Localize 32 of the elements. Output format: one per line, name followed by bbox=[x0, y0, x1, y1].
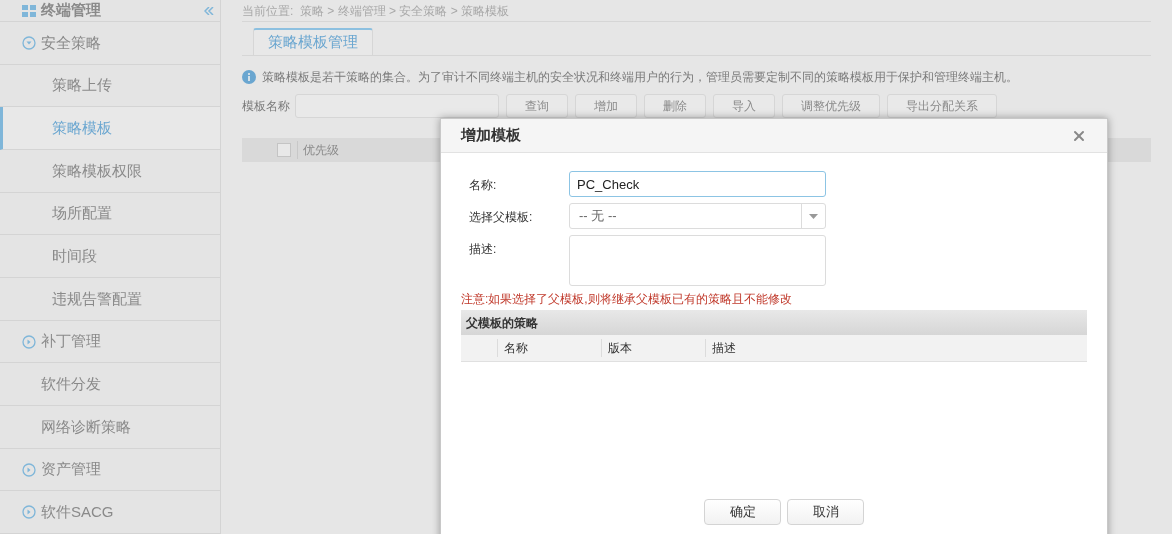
field-label: 选择父模板: bbox=[469, 209, 534, 226]
dialog-title: 增加模板 bbox=[461, 125, 521, 146]
sidebar-title: 终端管理 bbox=[41, 0, 101, 21]
field-label: 名称: bbox=[469, 177, 498, 194]
filter-label: 模板名称 bbox=[242, 98, 290, 115]
toolbar-button[interactable]: 增加 bbox=[575, 94, 637, 118]
select-all-checkbox[interactable] bbox=[277, 143, 291, 157]
grid-title: 父模板的策略 bbox=[466, 314, 538, 332]
dropdown-arrow-icon bbox=[809, 213, 818, 219]
template-name-field[interactable] bbox=[295, 94, 499, 118]
warning-text: 注意:如果选择了父模板,则将继承父模板已有的策略且不能修改 bbox=[461, 291, 793, 308]
name-field[interactable]: PC_Check bbox=[569, 171, 826, 197]
tab[interactable]: 策略模板管理 bbox=[253, 28, 373, 56]
grid-column-header: 描述 bbox=[705, 339, 809, 357]
grid-icon bbox=[22, 4, 36, 17]
toolbar-button[interactable]: 导入 bbox=[713, 94, 775, 118]
toolbar-button[interactable]: 查询 bbox=[506, 94, 568, 118]
field-label: 描述: bbox=[469, 241, 498, 258]
grid-column-header: 名称 bbox=[497, 339, 601, 357]
cancel-button[interactable]: 取消 bbox=[787, 499, 864, 525]
confirm-button[interactable]: 确定 bbox=[704, 499, 781, 525]
collapse-icon[interactable] bbox=[204, 6, 214, 15]
toolbar-button[interactable]: 调整优先级 bbox=[782, 94, 880, 118]
sidebar-item[interactable]: 策略模板 bbox=[0, 107, 220, 150]
grid-column-header: 版本 bbox=[601, 339, 705, 357]
toolbar-button[interactable]: 删除 bbox=[644, 94, 706, 118]
info-icon bbox=[242, 70, 256, 84]
parent-template-select[interactable]: -- 无 -- bbox=[569, 203, 826, 229]
description-field[interactable] bbox=[569, 235, 826, 286]
column-header: 优先级 bbox=[297, 141, 437, 159]
info-text: 策略模板是若干策略的集合。为了审计不同终端主机的安全状况和终端用户的行为，管理员需要定制不同的策略模板用于保护和管理终端主机。 bbox=[262, 69, 1018, 86]
toolbar-button[interactable]: 导出分配关系 bbox=[887, 94, 997, 118]
